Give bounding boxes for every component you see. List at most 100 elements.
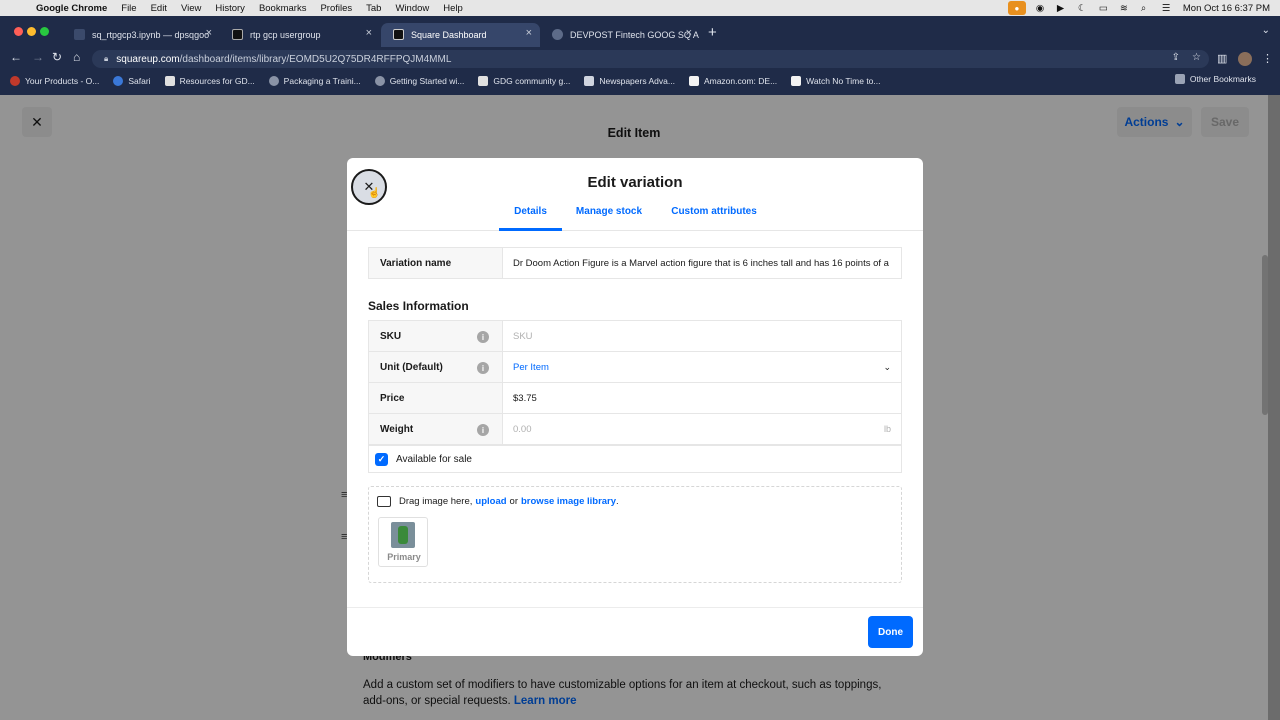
newspaper-icon bbox=[584, 76, 595, 86]
wifi-icon[interactable]: ≋ bbox=[1120, 3, 1131, 14]
menu-bookmarks[interactable]: Bookmarks bbox=[259, 3, 307, 14]
bookmark-item[interactable]: Safari bbox=[113, 76, 151, 86]
window-minimize-icon[interactable] bbox=[27, 27, 36, 36]
window-zoom-icon[interactable] bbox=[40, 27, 49, 36]
search-icon[interactable]: ⌕ bbox=[1141, 3, 1152, 14]
url-domain: squareup.com bbox=[116, 53, 180, 65]
bookmark-label: Your Products - O... bbox=[25, 76, 100, 86]
new-tab-icon[interactable]: + bbox=[708, 24, 717, 41]
bookmark-item[interactable]: Your Products - O... bbox=[10, 76, 99, 86]
bookmarks-bar: Your Products - O... Safari Resources fo… bbox=[0, 71, 1280, 91]
bookmark-item[interactable]: Getting Started wi... bbox=[374, 76, 464, 86]
notebook-favicon-icon bbox=[74, 29, 85, 40]
bookmark-label: Newspapers Adva... bbox=[599, 76, 675, 86]
image-instructions: Drag image here, upload or browse image … bbox=[377, 496, 619, 507]
share-icon[interactable]: ⇪ bbox=[1172, 52, 1180, 63]
tab-notebook[interactable]: sq_rtpgcp3.ipynb — dpsqgoo × bbox=[62, 23, 220, 47]
unit-label: Unit (Default) i bbox=[369, 352, 503, 382]
unit-label-text: Unit (Default) bbox=[380, 361, 443, 373]
tab-details[interactable]: Details bbox=[499, 206, 562, 231]
price-label: Price bbox=[369, 383, 503, 413]
profile-avatar[interactable] bbox=[1238, 52, 1252, 66]
close-tab-icon[interactable]: × bbox=[526, 27, 532, 39]
bookmark-star-icon[interactable]: ☆ bbox=[1192, 52, 1201, 63]
image-thumbnail[interactable]: Primary bbox=[378, 517, 428, 567]
reload-icon[interactable]: ↻ bbox=[52, 50, 62, 64]
upload-link[interactable]: upload bbox=[475, 496, 506, 507]
info-icon[interactable]: i bbox=[477, 424, 489, 436]
browse-image-library-link[interactable]: browse image library bbox=[521, 496, 616, 507]
chevron-down-icon: ⌄ bbox=[883, 362, 891, 372]
moon-icon[interactable]: ☾ bbox=[1078, 3, 1089, 14]
tab-search-chevron-icon[interactable]: ⌄ bbox=[1262, 25, 1270, 36]
menubar-clock[interactable]: Mon Oct 16 6:37 PM bbox=[1183, 3, 1270, 14]
menu-help[interactable]: Help bbox=[443, 3, 463, 14]
close-tab-icon[interactable]: × bbox=[206, 27, 212, 39]
window-close-icon[interactable] bbox=[14, 27, 23, 36]
available-for-sale-row[interactable]: ✓ Available for sale bbox=[368, 445, 902, 473]
battery-icon[interactable]: ▭ bbox=[1099, 3, 1110, 14]
lock-icon[interactable]: 🔒︎ bbox=[104, 54, 108, 64]
bookmark-label: Watch No Time to... bbox=[806, 76, 881, 86]
menu-tab[interactable]: Tab bbox=[366, 3, 381, 14]
image-drop-zone[interactable]: Drag image here, upload or browse image … bbox=[368, 486, 902, 583]
tab-usergroup[interactable]: rtp gcp usergroup × bbox=[220, 23, 380, 47]
forward-icon[interactable]: → bbox=[32, 50, 44, 64]
variation-name-row: Variation name Dr Doom Action Figure is … bbox=[368, 247, 902, 279]
chrome-menu-icon[interactable]: ⋮ bbox=[1262, 52, 1273, 65]
bookmark-label: Amazon.com: DE... bbox=[703, 76, 778, 86]
bookmark-label: Safari bbox=[128, 76, 151, 86]
home-icon[interactable]: ⌂ bbox=[73, 50, 80, 64]
menu-file[interactable]: File bbox=[121, 3, 136, 14]
tab-title: sq_rtpgcp3.ipynb — dpsqgoo bbox=[92, 30, 210, 40]
bookmark-item[interactable]: Packaging a Traini... bbox=[268, 76, 361, 86]
variation-name-input[interactable]: Dr Doom Action Figure is a Marvel action… bbox=[503, 248, 901, 278]
folder-icon bbox=[1174, 74, 1185, 84]
weight-row: Weight i 0.00 lb bbox=[368, 413, 902, 445]
menu-window[interactable]: Window bbox=[395, 3, 429, 14]
weight-input[interactable]: 0.00 lb bbox=[503, 414, 901, 444]
side-panel-icon[interactable]: ▥ bbox=[1217, 52, 1227, 65]
price-row: Price $3.75 bbox=[368, 382, 902, 414]
tab-title: DEVPOST Fintech GOOG SQ A bbox=[570, 30, 699, 40]
bookmark-item[interactable]: Newspapers Adva... bbox=[584, 76, 675, 86]
close-tab-icon[interactable]: × bbox=[686, 27, 692, 39]
tab-square-dashboard[interactable]: Square Dashboard × bbox=[381, 23, 540, 47]
bookmark-item[interactable]: GDG community g... bbox=[478, 76, 570, 86]
control-center-icon[interactable]: ☰ bbox=[1162, 3, 1173, 14]
menu-app-name[interactable]: Google Chrome bbox=[36, 3, 107, 14]
tab-custom-attributes[interactable]: Custom attributes bbox=[669, 206, 759, 231]
menu-edit[interactable]: Edit bbox=[151, 3, 167, 14]
menu-view[interactable]: View bbox=[181, 3, 201, 14]
browser-chrome: sq_rtpgcp3.ipynb — dpsqgoo × rtp gcp use… bbox=[0, 16, 1280, 95]
bookmark-favicon-icon bbox=[10, 76, 20, 86]
price-input[interactable]: $3.75 bbox=[503, 383, 901, 413]
globe-icon bbox=[268, 76, 279, 86]
bookmark-item[interactable]: Watch No Time to... bbox=[791, 76, 881, 86]
available-checkbox[interactable]: ✓ bbox=[375, 452, 388, 466]
microphone-icon[interactable]: ● bbox=[1007, 1, 1026, 15]
done-button[interactable]: Done bbox=[868, 616, 913, 648]
info-icon[interactable]: i bbox=[477, 362, 489, 374]
record-icon[interactable]: ◉ bbox=[1036, 3, 1047, 14]
menu-profiles[interactable]: Profiles bbox=[320, 3, 352, 14]
unit-select[interactable]: Per Item ⌄ bbox=[503, 352, 901, 382]
bookmark-item[interactable]: Resources for GD... bbox=[164, 76, 255, 86]
info-icon[interactable]: i bbox=[477, 331, 489, 343]
other-bookmarks[interactable]: Other Bookmarks bbox=[1174, 74, 1256, 84]
tab-manage-stock[interactable]: Manage stock bbox=[575, 206, 643, 231]
tab-devpost[interactable]: DEVPOST Fintech GOOG SQ A × bbox=[540, 23, 700, 47]
sku-row: SKU i SKU bbox=[368, 320, 902, 352]
play-icon[interactable]: ▶ bbox=[1057, 3, 1068, 14]
menu-history[interactable]: History bbox=[215, 3, 245, 14]
available-label: Available for sale bbox=[396, 453, 472, 465]
back-icon[interactable]: ← bbox=[10, 50, 22, 64]
url-bar[interactable]: 🔒︎ squareup.com /dashboard/items/library… bbox=[92, 50, 1209, 68]
bookmark-item[interactable]: Amazon.com: DE... bbox=[688, 76, 778, 86]
close-tab-icon[interactable]: × bbox=[366, 27, 372, 39]
weight-unit: lb bbox=[883, 424, 891, 434]
mac-menubar: Google Chrome File Edit View History Boo… bbox=[0, 0, 1280, 16]
bookmark-label: Packaging a Traini... bbox=[283, 76, 361, 86]
sku-input[interactable]: SKU bbox=[503, 321, 901, 351]
image-period-text: . bbox=[616, 496, 619, 507]
